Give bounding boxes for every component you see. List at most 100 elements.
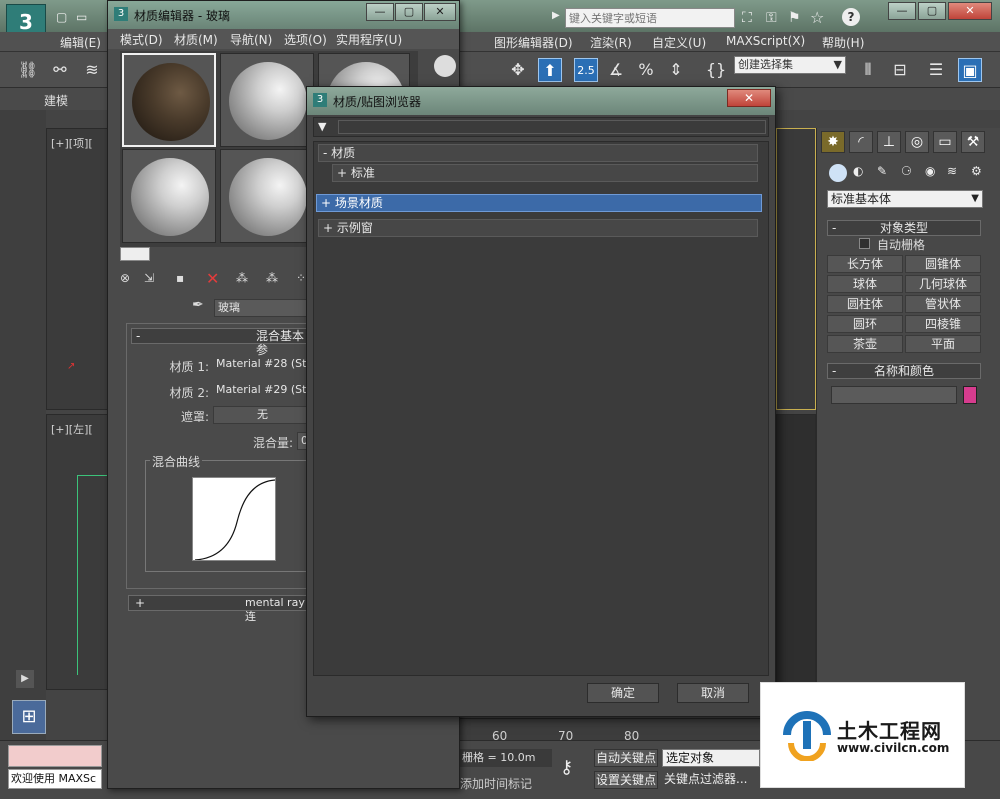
- pyramid-button[interactable]: 四棱锥: [905, 315, 981, 333]
- me-menu-material[interactable]: 材质(M): [174, 31, 218, 48]
- get-material-icon[interactable]: ⊗: [120, 271, 130, 285]
- sample-type-icon[interactable]: [434, 55, 456, 77]
- mentalray-rollout-header[interactable]: + mental ray 连: [128, 595, 308, 623]
- browser-close-button[interactable]: ✕: [727, 89, 771, 107]
- link-icon[interactable]: ⛓: [16, 58, 40, 82]
- material1-button[interactable]: Material #28 (Stan: [213, 356, 309, 374]
- shapes-icon[interactable]: ◐: [853, 164, 863, 178]
- modify-tab-icon[interactable]: ◜: [849, 131, 873, 153]
- auto-key-button[interactable]: 自动关键点: [594, 749, 658, 767]
- me-menu-modes[interactable]: 模式(D): [120, 31, 163, 48]
- browser-search-input[interactable]: [338, 120, 766, 134]
- new-file-icon[interactable]: ▢: [56, 10, 67, 24]
- category-materials[interactable]: - 材质: [318, 144, 758, 162]
- app-close-button[interactable]: ✕: [948, 2, 992, 20]
- put-to-scene-icon[interactable]: ⇲: [144, 271, 154, 285]
- named-selection-dropdown[interactable]: 创建选择集 ▼: [734, 56, 846, 74]
- hierarchy-tab-icon[interactable]: ⊥: [877, 131, 901, 153]
- geometry-icon[interactable]: [829, 164, 847, 182]
- play-icon[interactable]: ▶: [16, 670, 34, 688]
- percent-snap-icon[interactable]: %: [634, 58, 658, 82]
- key-filter-button[interactable]: 关键点过滤器...: [664, 771, 762, 789]
- browser-ok-button[interactable]: 确定: [587, 683, 659, 703]
- me-menu-navigation[interactable]: 导航(N): [230, 31, 272, 48]
- help-icon[interactable]: ?: [842, 8, 860, 26]
- me-maximize-button[interactable]: ▢: [395, 3, 423, 21]
- helpers-icon[interactable]: ◉: [925, 164, 935, 178]
- sphere-button[interactable]: 球体: [827, 275, 903, 293]
- set-key-button[interactable]: 设置关键点: [594, 771, 658, 789]
- category-scene-materials[interactable]: + 场景材质: [316, 194, 762, 212]
- material-editor-titlebar[interactable]: 3 材质编辑器 - 玻璃 — ▢ ✕: [108, 1, 459, 29]
- me-minimize-button[interactable]: —: [366, 3, 394, 21]
- layer-manager-icon[interactable]: ☰: [924, 58, 948, 82]
- app-restore-button[interactable]: ▢: [918, 2, 946, 20]
- geosphere-button[interactable]: 几何球体: [905, 275, 981, 293]
- material-name-field[interactable]: 玻璃: [214, 299, 314, 317]
- plane-button[interactable]: 平面: [905, 335, 981, 353]
- mirror-icon[interactable]: ⫴: [856, 58, 880, 82]
- autogrid-checkbox[interactable]: [859, 238, 870, 249]
- spacewarps-icon[interactable]: ≋: [947, 164, 957, 178]
- browser-cancel-button[interactable]: 取消: [677, 683, 749, 703]
- me-close-button[interactable]: ✕: [424, 3, 456, 21]
- reset-map-icon[interactable]: ✕: [206, 269, 219, 288]
- viewport-top[interactable]: [+][项][ ↗: [46, 128, 108, 410]
- binoculars-icon[interactable]: ⛶: [742, 10, 752, 26]
- torus-button[interactable]: 圆环: [827, 315, 903, 333]
- box-button[interactable]: 长方体: [827, 255, 903, 273]
- material-id-icon[interactable]: ⁘: [296, 271, 306, 285]
- infocenter-arrow-icon[interactable]: ▶: [552, 10, 560, 21]
- select-move-icon[interactable]: ✥: [506, 58, 530, 82]
- put-to-library-icon[interactable]: ⁂: [266, 271, 278, 285]
- sample-slot-4[interactable]: [122, 149, 216, 243]
- graphite-toolbar-icon[interactable]: ▣: [958, 58, 982, 82]
- category-standard[interactable]: + 标准: [332, 164, 758, 182]
- reference-coord-icon[interactable]: ⬆: [538, 58, 562, 82]
- me-menu-options[interactable]: 选项(O): [284, 31, 327, 48]
- angle-snap-icon[interactable]: ∡: [604, 58, 628, 82]
- bind-spacewarp-icon[interactable]: ≋: [80, 58, 104, 82]
- spinner-snap-icon[interactable]: ⇕: [664, 58, 688, 82]
- maxscript-listener-pink[interactable]: [8, 745, 102, 767]
- object-color-swatch[interactable]: [963, 386, 977, 404]
- viewport-left-label[interactable]: [+][左][: [51, 421, 93, 437]
- viewport-layout-icon[interactable]: ⊞: [12, 700, 46, 734]
- pick-material-eyedropper-icon[interactable]: ✒: [192, 297, 204, 313]
- favorites-star-icon[interactable]: ☆: [810, 8, 824, 27]
- menu-edit[interactable]: 编辑(E): [60, 34, 101, 51]
- menu-maxscript[interactable]: MAXScript(X): [726, 34, 805, 48]
- open-file-icon[interactable]: ▭: [76, 10, 87, 24]
- utilities-tab-icon[interactable]: ⚒: [961, 131, 985, 153]
- selected-object-dropdown[interactable]: 选定对象: [662, 749, 760, 767]
- cone-button[interactable]: 圆锥体: [905, 255, 981, 273]
- viewport-left[interactable]: [+][左][: [46, 414, 108, 690]
- sample-slot-5[interactable]: [220, 149, 314, 243]
- browser-titlebar[interactable]: 3 材质/贴图浏览器 ✕: [307, 87, 775, 115]
- viewport-perspective[interactable]: [776, 128, 816, 410]
- align-icon[interactable]: ⊟: [888, 58, 912, 82]
- motion-tab-icon[interactable]: ◎: [905, 131, 929, 153]
- cameras-icon[interactable]: ⚆: [901, 164, 912, 178]
- sample-slot-scrollbar[interactable]: [120, 247, 150, 261]
- object-name-input[interactable]: [831, 386, 957, 404]
- create-tab-icon[interactable]: ✸: [821, 131, 845, 153]
- make-unique-icon[interactable]: ⁂: [236, 271, 248, 285]
- menu-rendering[interactable]: 渲染(R): [590, 34, 632, 51]
- sample-slot-1[interactable]: [122, 53, 216, 147]
- set-key-icon[interactable]: ⚷: [560, 757, 573, 778]
- category-sample-slots[interactable]: + 示例窗: [318, 219, 758, 237]
- display-tab-icon[interactable]: ▭: [933, 131, 957, 153]
- mask-button[interactable]: 无: [213, 406, 309, 424]
- viewport-perspective-lower[interactable]: [776, 414, 816, 714]
- app-minimize-button[interactable]: —: [888, 2, 916, 20]
- edit-named-sets-icon[interactable]: {}: [704, 58, 728, 82]
- communication-icon[interactable]: ⚑: [788, 10, 801, 26]
- tube-button[interactable]: 管状体: [905, 295, 981, 313]
- me-menu-utilities[interactable]: 实用程序(U): [336, 31, 402, 48]
- systems-icon[interactable]: ⚙: [971, 164, 982, 178]
- unlink-icon[interactable]: ⚯: [48, 58, 72, 82]
- maxscript-listener-white[interactable]: 欢迎使用 MAXSc: [8, 769, 102, 789]
- cylinder-button[interactable]: 圆柱体: [827, 295, 903, 313]
- primitive-type-dropdown[interactable]: 标准基本体 ▼: [827, 190, 983, 208]
